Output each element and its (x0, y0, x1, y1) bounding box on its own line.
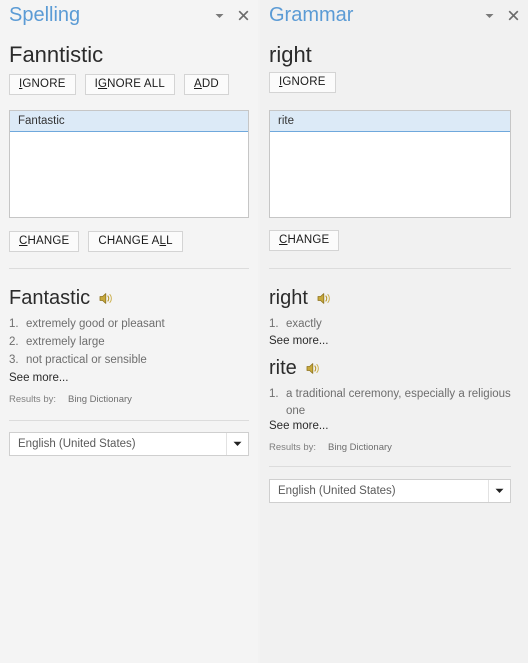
ignore-button[interactable]: IGNORE (269, 72, 336, 93)
spelling-pane-title: Spelling (9, 4, 81, 26)
change-all-button[interactable]: CHANGE ALL (88, 231, 183, 252)
grammar-definition-word-row-1: right (269, 287, 332, 310)
ignore-all-button[interactable]: IGNORE ALL (84, 74, 175, 95)
definition-sense-text: exactly (286, 318, 322, 330)
task-pane-stage: Spelling Fanntistic IGNORE IGNORE ALL AD… (0, 0, 528, 663)
speaker-icon[interactable] (99, 292, 114, 305)
grammar-suggestions-list[interactable]: rite (269, 110, 511, 218)
spelling-titlebar-actions (213, 9, 250, 22)
ignore-button[interactable]: IGNORE (9, 74, 76, 95)
spelling-divider (9, 268, 249, 269)
definition-word: Fantastic (9, 287, 91, 309)
grammar-flagged-word: right (269, 42, 312, 67)
definition-sense: 1. exactly (269, 318, 322, 330)
results-by-source: Bing Dictionary (68, 394, 132, 405)
spelling-results-by: Results by: Bing Dictionary (9, 394, 132, 405)
grammar-language-select[interactable]: English (United States) (269, 479, 511, 503)
spelling-task-pane: Spelling Fanntistic IGNORE IGNORE ALL AD… (0, 0, 258, 663)
definition-word: right (269, 287, 308, 309)
chevron-down-icon[interactable] (483, 9, 496, 22)
definition-sense: 2. extremely large (9, 336, 105, 348)
grammar-titlebar-actions (483, 9, 520, 22)
change-button[interactable]: CHANGE (9, 231, 80, 252)
definition-sense: 1. a traditional ceremony, especially a r… (269, 388, 511, 417)
spelling-ignore-button-row: IGNORE IGNORE ALL ADD (9, 74, 229, 95)
add-button[interactable]: ADD (184, 74, 229, 95)
grammar-ignore-button-row: IGNORE (269, 72, 336, 93)
suggestion-item[interactable]: Fantastic (10, 111, 248, 132)
spelling-language-select[interactable]: English (United States) (9, 432, 249, 456)
see-more-link[interactable]: See more... (269, 420, 328, 432)
chevron-down-icon[interactable] (213, 9, 226, 22)
speaker-icon[interactable] (306, 362, 321, 375)
spelling-divider-bottom (9, 420, 249, 421)
grammar-divider (269, 268, 511, 269)
speaker-icon[interactable] (317, 292, 332, 305)
grammar-pane-title: Grammar (269, 4, 354, 26)
spelling-titlebar: Spelling (0, 0, 258, 34)
spelling-flagged-word: Fanntistic (9, 42, 104, 67)
spelling-suggestions-list[interactable]: Fantastic (9, 110, 249, 218)
chevron-down-icon[interactable] (488, 480, 510, 502)
change-button[interactable]: CHANGE (269, 230, 340, 251)
spelling-change-button-row: CHANGE CHANGE ALL (9, 231, 183, 252)
definition-sense: 1. extremely good or pleasant (9, 318, 165, 330)
definition-sense-text: not practical or sensible (26, 354, 147, 366)
close-icon[interactable] (507, 9, 520, 22)
grammar-change-button-row: CHANGE (269, 230, 340, 251)
grammar-definition-word-row-2: rite (269, 357, 321, 380)
results-by-label: Results by: (269, 442, 316, 453)
definition-sense-text: a traditional ceremony, especially a rel… (286, 388, 511, 417)
grammar-definition-list-1: 1. exactly (269, 316, 511, 334)
see-more-link[interactable]: See more... (269, 335, 328, 347)
spelling-definition-list: 1. extremely good or pleasant 2. extremely… (9, 316, 249, 370)
grammar-task-pane: Grammar right IGNORE rite CHANGE right 1… (260, 0, 528, 663)
definition-sense: 3. not practical or sensible (9, 354, 147, 366)
grammar-results-by: Results by: Bing Dictionary (269, 442, 392, 453)
grammar-definition-list-2: 1. a traditional ceremony, especially a r… (269, 386, 515, 421)
language-value: English (United States) (18, 438, 136, 450)
see-more-link[interactable]: See more... (9, 372, 68, 384)
grammar-divider-bottom (269, 466, 511, 467)
definition-sense-text: extremely large (26, 336, 105, 348)
language-value: English (United States) (278, 485, 396, 497)
close-icon[interactable] (237, 9, 250, 22)
spelling-definition-word-row: Fantastic (9, 287, 114, 310)
results-by-label: Results by: (9, 394, 56, 405)
definition-word: rite (269, 357, 297, 379)
definition-sense-text: extremely good or pleasant (26, 318, 165, 330)
suggestion-item[interactable]: rite (270, 111, 510, 132)
results-by-source: Bing Dictionary (328, 442, 392, 453)
chevron-down-icon[interactable] (226, 433, 248, 455)
grammar-titlebar: Grammar (260, 0, 528, 34)
